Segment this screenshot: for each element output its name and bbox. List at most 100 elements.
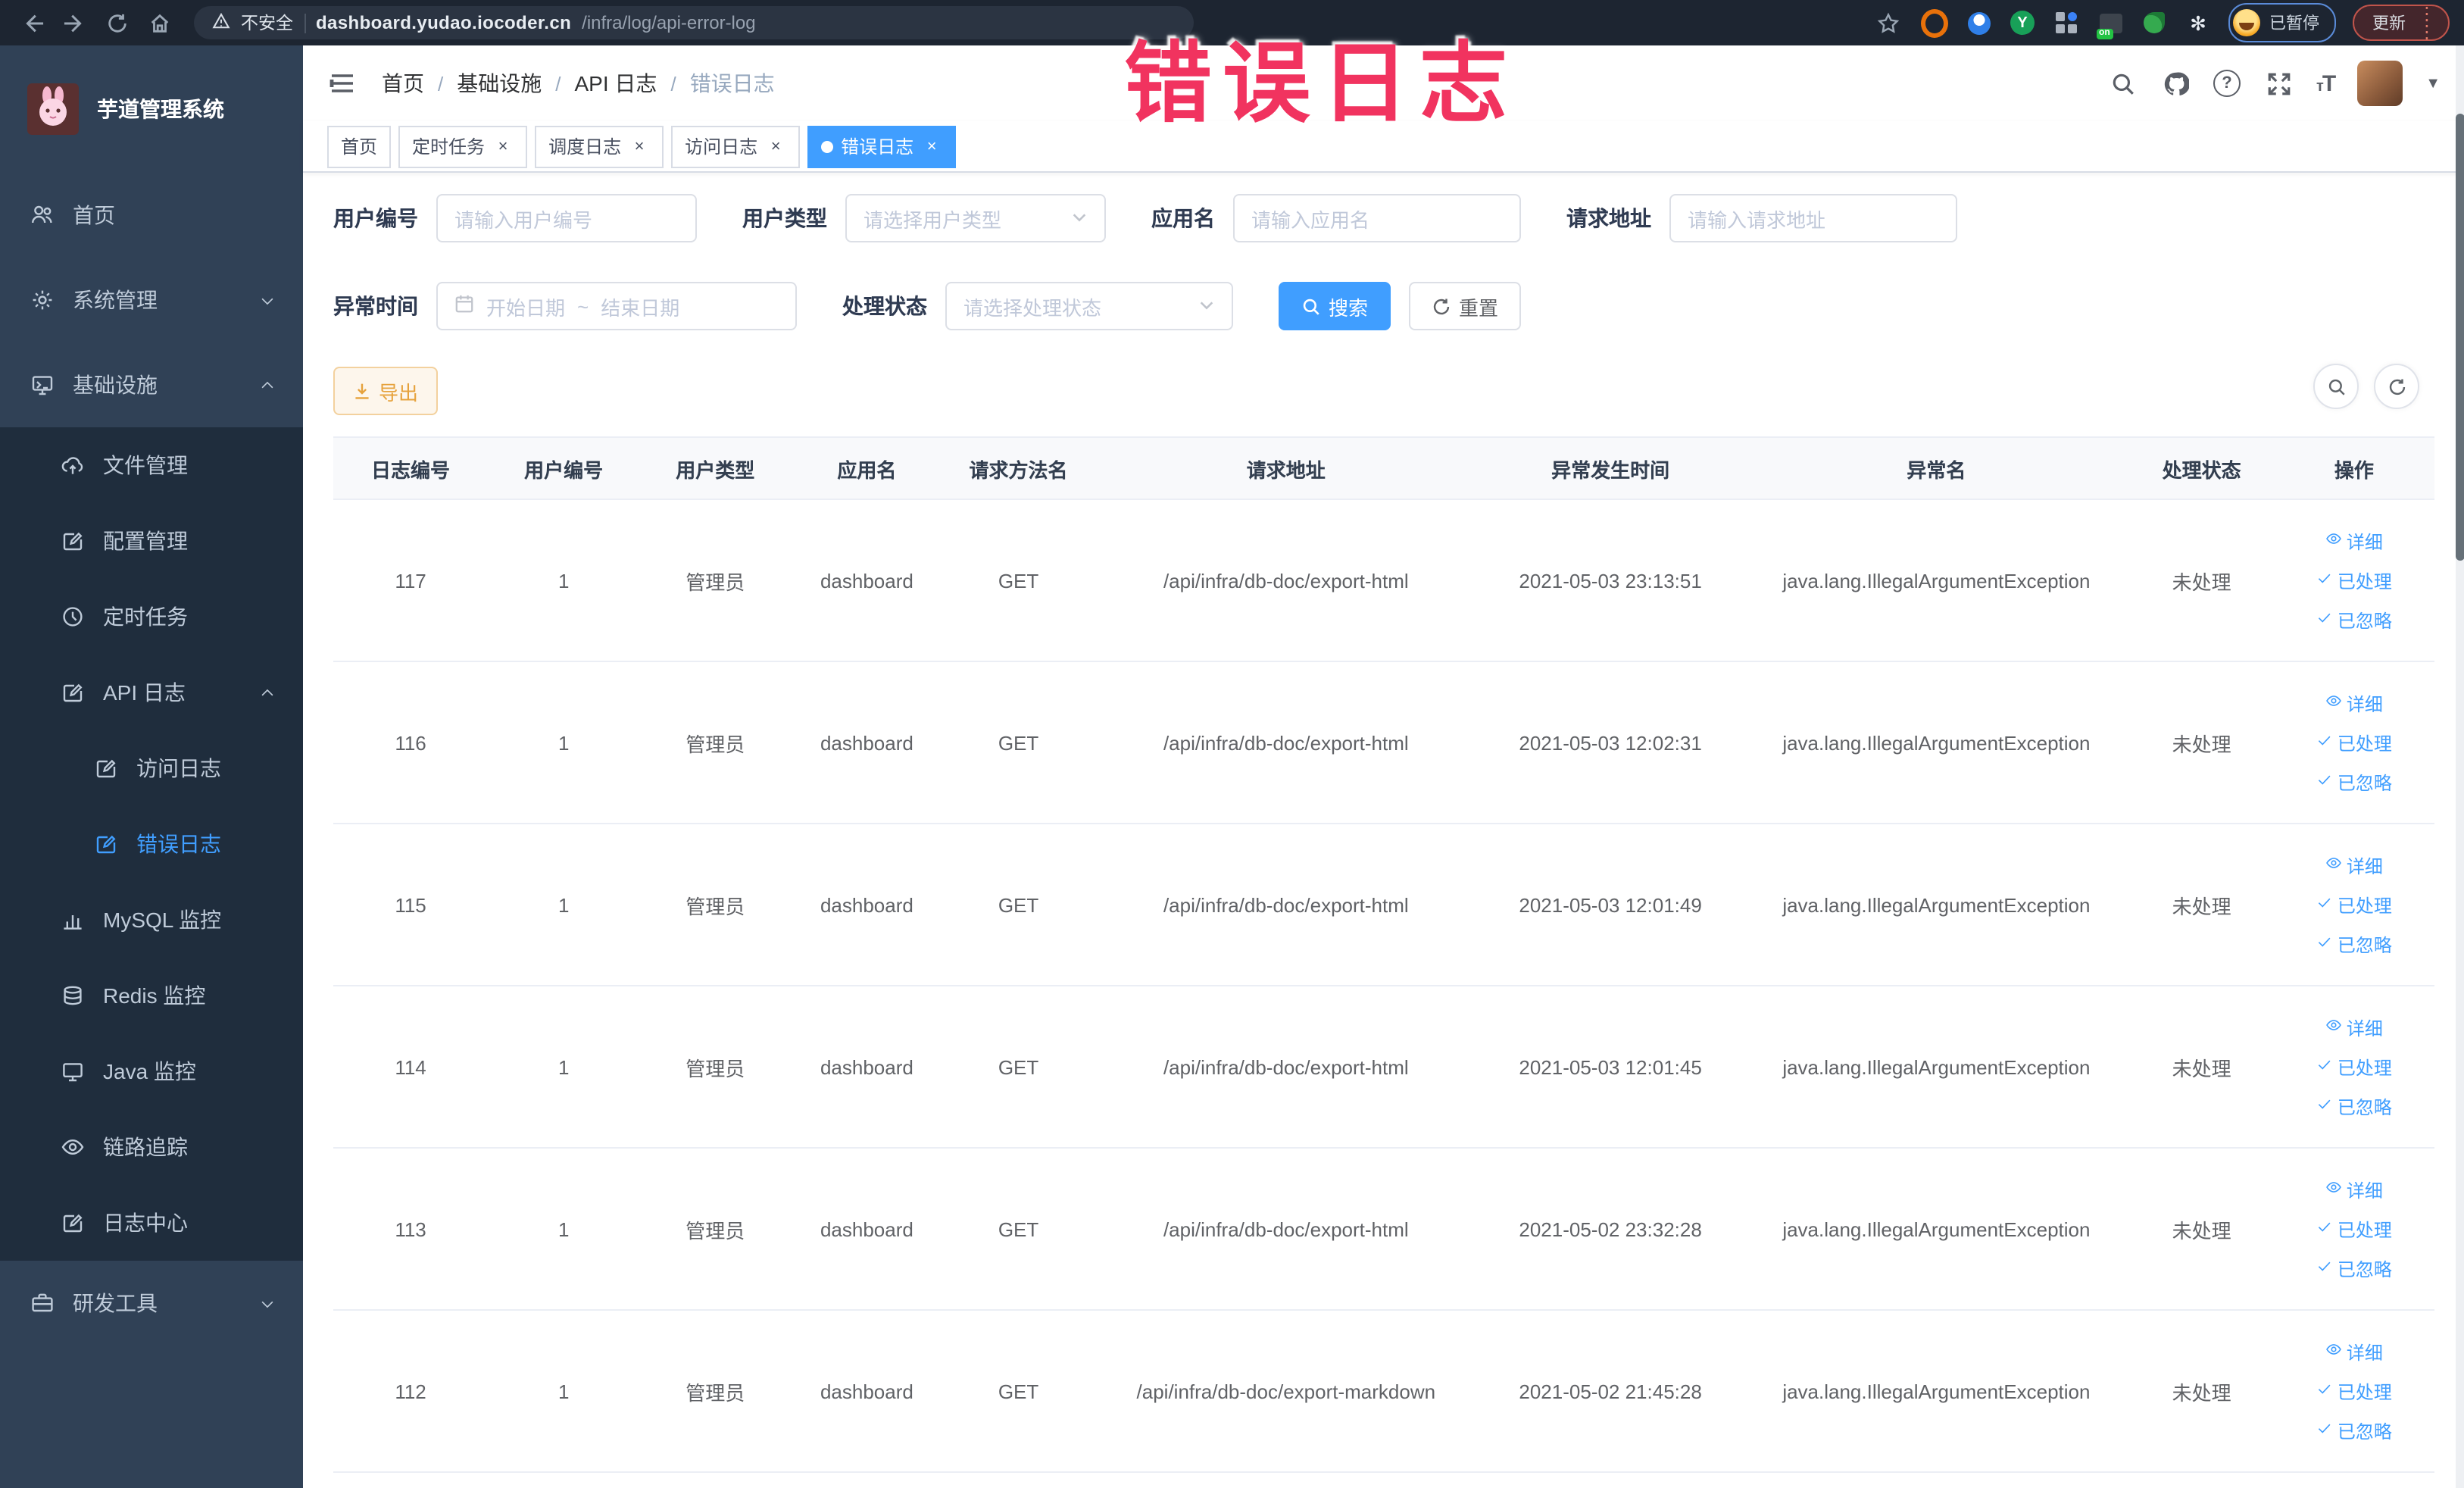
logo[interactable]: 芋道管理系统: [0, 45, 303, 173]
table-cell: /api/infra/db-doc/export-html: [1094, 824, 1478, 986]
sidebar-item-基础设施[interactable]: 基础设施: [0, 342, 303, 427]
caret-down-icon[interactable]: ▼: [2425, 75, 2441, 92]
check-small-icon: [2316, 1420, 2333, 1441]
sidebar-item-配置管理[interactable]: 配置管理: [0, 503, 303, 579]
tab-close-icon[interactable]: ×: [629, 136, 650, 157]
tab-调度日志[interactable]: 调度日志 ×: [535, 125, 664, 167]
table-toolbar: [2313, 364, 2419, 409]
browser-update-button[interactable]: 更新 ⋮ ⋮: [2353, 5, 2450, 41]
fullscreen-icon[interactable]: [2263, 68, 2294, 98]
sidebar-item-链路追踪[interactable]: 链路追踪: [0, 1109, 303, 1185]
action-已处理[interactable]: 已处理: [2316, 1054, 2392, 1080]
action-已处理[interactable]: 已处理: [2316, 567, 2392, 593]
tab-close-icon[interactable]: ×: [492, 136, 514, 157]
process-status-select[interactable]: 请选择处理状态: [945, 282, 1233, 330]
app-name-input[interactable]: 请输入应用名: [1233, 194, 1521, 242]
process-status-label: 处理状态: [842, 294, 927, 318]
user-id-input[interactable]: 请输入用户编号: [436, 194, 697, 242]
gear-icon: [30, 288, 55, 312]
action-已处理[interactable]: 已处理: [2316, 1378, 2392, 1404]
sidebar-item-系统管理[interactable]: 系统管理: [0, 258, 303, 342]
sidebar-item-文件管理[interactable]: 文件管理: [0, 427, 303, 503]
table-cell: 2021-05-03 23:13:51: [1477, 499, 1744, 662]
tab-label: 首页: [341, 136, 378, 158]
table-cell: dashboard: [791, 1310, 943, 1473]
breadcrumb-home[interactable]: 首页: [382, 68, 424, 98]
sidebar-item-错误日志[interactable]: 错误日志: [0, 806, 303, 882]
action-详细[interactable]: 详细: [2325, 528, 2383, 554]
exception-time-range-input[interactable]: 开始日期 ~ 结束日期: [436, 282, 797, 330]
file-icon: [61, 453, 85, 477]
action-详细[interactable]: 详细: [2325, 1339, 2383, 1365]
tab-错误日志[interactable]: 错误日志 ×: [807, 125, 957, 167]
search-button[interactable]: 搜索: [1279, 282, 1391, 330]
forward-icon[interactable]: [58, 6, 91, 39]
action-已忽略[interactable]: 已忽略: [2316, 1093, 2392, 1119]
refresh-table-icon[interactable]: [2374, 364, 2419, 409]
table-cell: java.lang.IllegalArgumentException: [1743, 824, 2130, 986]
action-已处理[interactable]: 已处理: [2316, 1216, 2392, 1242]
action-已忽略[interactable]: 已忽略: [2316, 1255, 2392, 1281]
sidebar-item-MySQL-监控[interactable]: MySQL 监控: [0, 882, 303, 958]
action-已处理[interactable]: 已处理: [2316, 730, 2392, 755]
user-type-select[interactable]: 请选择用户类型: [845, 194, 1106, 242]
home-button-icon[interactable]: [142, 6, 176, 39]
extension-shield-icon[interactable]: [1965, 9, 1992, 36]
action-已处理[interactable]: 已处理: [2316, 892, 2392, 917]
font-size-icon[interactable]: тT: [2316, 70, 2336, 96]
action-详细[interactable]: 详细: [2325, 852, 2383, 878]
action-详细[interactable]: 详细: [2325, 690, 2383, 716]
extension-y-icon[interactable]: Y: [2009, 9, 2036, 36]
reload-icon[interactable]: [100, 6, 133, 39]
action-已忽略[interactable]: 已忽略: [2316, 1418, 2392, 1443]
extension-on-icon[interactable]: on: [2096, 9, 2124, 39]
table-cell: 未处理: [2129, 986, 2274, 1149]
scrollbar-thumb[interactable]: [2456, 114, 2464, 561]
breadcrumb-infra[interactable]: 基础设施: [457, 68, 542, 98]
tab-close-icon[interactable]: ×: [921, 136, 942, 157]
back-icon[interactable]: [15, 6, 48, 39]
hamburger-icon[interactable]: [327, 68, 358, 98]
action-详细[interactable]: 详细: [2325, 1177, 2383, 1202]
table-cell: java.lang.IllegalArgumentException: [1743, 499, 2130, 662]
extension-grid-icon[interactable]: [2053, 9, 2080, 36]
help-icon[interactable]: ?: [2213, 70, 2241, 97]
github-icon[interactable]: [2160, 68, 2191, 98]
sidebar-item-API-日志[interactable]: API 日志: [0, 655, 303, 730]
extension-ring-icon[interactable]: [1921, 8, 1948, 37]
table-cell: 1: [488, 986, 640, 1149]
sidebar-item-首页[interactable]: 首页: [0, 173, 303, 258]
request-url-input[interactable]: 请输入请求地址: [1669, 194, 1957, 242]
browser-profile-chip[interactable]: 已暂停: [2228, 3, 2336, 42]
action-已忽略[interactable]: 已忽略: [2316, 931, 2392, 957]
tags-bar: 首页 定时任务 × 调度日志 × 访问日志 × 错误日志 ×: [303, 121, 2464, 173]
extension-flower-icon[interactable]: ✻: [2184, 9, 2212, 36]
user-avatar[interactable]: [2357, 61, 2403, 106]
tab-首页[interactable]: 首页: [327, 125, 392, 167]
tab-定时任务[interactable]: 定时任务 ×: [398, 125, 528, 167]
user-type-label: 用户类型: [742, 206, 827, 230]
sidebar-item-Redis-监控[interactable]: Redis 监控: [0, 958, 303, 1033]
request-url-label: 请求地址: [1566, 206, 1651, 230]
action-已忽略[interactable]: 已忽略: [2316, 769, 2392, 795]
address-bar[interactable]: 不安全 dashboard.yudao.iocoder.cn/infra/log…: [194, 6, 1194, 39]
browser-menu-icon[interactable]: ⋮ ⋮: [2418, 5, 2436, 41]
toggle-search-icon[interactable]: [2313, 364, 2359, 409]
action-详细[interactable]: 详细: [2325, 1014, 2383, 1040]
search-icon[interactable]: [2107, 68, 2138, 98]
bookmark-star-icon[interactable]: [1871, 6, 1904, 39]
breadcrumb-api-log[interactable]: API 日志: [575, 68, 657, 98]
sidebar-item-访问日志[interactable]: 访问日志: [0, 730, 303, 806]
export-button[interactable]: 导出: [333, 367, 439, 415]
sidebar-item-定时任务[interactable]: 定时任务: [0, 579, 303, 655]
tab-close-icon[interactable]: ×: [765, 136, 786, 157]
extension-leaf-icon[interactable]: [2141, 9, 2168, 36]
reset-button[interactable]: 重置: [1409, 282, 1522, 330]
sidebar-item-Java-监控[interactable]: Java 监控: [0, 1033, 303, 1109]
tab-访问日志[interactable]: 访问日志 ×: [671, 125, 801, 167]
sidebar-item-研发工具[interactable]: 研发工具: [0, 1261, 303, 1346]
action-已忽略[interactable]: 已忽略: [2316, 607, 2392, 633]
sidebar-item-日志中心[interactable]: 日志中心: [0, 1185, 303, 1261]
api-log-icon: [61, 680, 85, 705]
column-header: 异常名: [1743, 436, 2130, 500]
